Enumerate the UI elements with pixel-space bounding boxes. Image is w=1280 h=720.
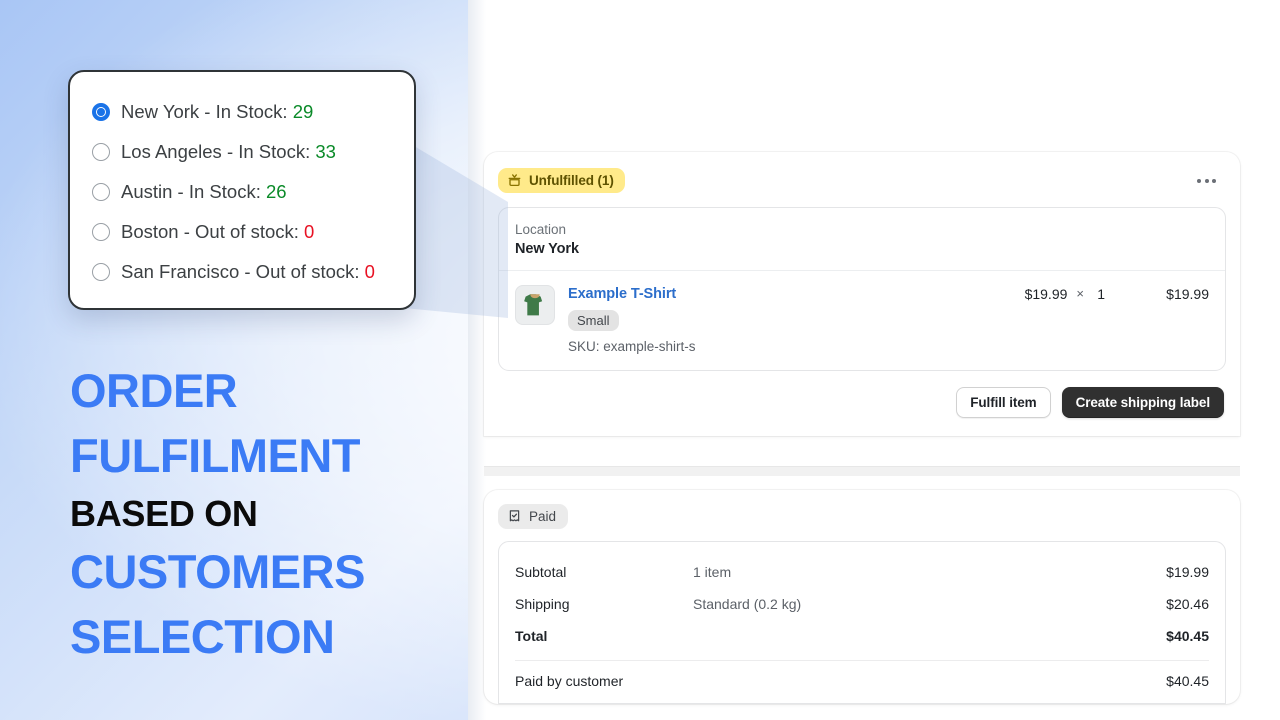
variant-chip: Small	[568, 310, 619, 331]
location-block: Location New York	[499, 208, 1225, 271]
stock-count: 0	[365, 261, 375, 282]
location-option-label: Boston - Out of stock: 0	[121, 221, 314, 243]
subtotal-value: $19.99	[1166, 564, 1209, 580]
stock-count: 33	[315, 141, 336, 162]
location-value: New York	[515, 241, 1209, 257]
line-item-pricing: $19.99 × 1 $19.99	[1025, 285, 1209, 302]
fulfillment-card-header: Unfulfilled (1)	[484, 152, 1240, 207]
payment-card-header: Paid	[484, 490, 1240, 541]
headline-line-3: BASED ON	[70, 489, 470, 539]
paid-by-customer-label: Paid by customer	[515, 673, 693, 689]
subtotal-label: Subtotal	[515, 564, 693, 580]
stock-count: 26	[266, 181, 287, 202]
product-title-link[interactable]: Example T-Shirt	[568, 286, 676, 302]
table-row: Shipping Standard (0.2 kg) $20.46	[515, 588, 1209, 620]
line-total: $19.99	[1105, 286, 1209, 302]
shipping-description: Standard (0.2 kg)	[693, 596, 1166, 612]
section-divider	[484, 466, 1240, 476]
fulfillment-card: Unfulfilled (1) Location New York Exampl…	[484, 152, 1240, 436]
headline-line-2: FULFILMENT	[70, 423, 470, 488]
total-value: $40.45	[1166, 628, 1209, 644]
tshirt-icon	[520, 290, 550, 320]
shipping-value: $20.46	[1166, 596, 1209, 612]
paid-by-customer-value: $40.45	[1166, 673, 1209, 689]
location-selector-popup: New York - In Stock: 29 Los Angeles - In…	[68, 70, 416, 310]
status-badge-unfulfilled: Unfulfilled (1)	[498, 168, 625, 193]
location-label: Location	[515, 222, 1209, 237]
paid-badge-label: Paid	[529, 509, 556, 524]
location-option-los-angeles[interactable]: Los Angeles - In Stock: 33	[92, 132, 392, 172]
fulfillment-inner-card: Location New York Example T-Shirt Small …	[498, 207, 1226, 371]
promo-headline: ORDER FULFILMENT BASED ON CUSTOMERS SELE…	[70, 358, 470, 669]
sku-text: SKU: example-shirt-s	[568, 339, 1012, 354]
location-option-label: Los Angeles - In Stock: 33	[121, 141, 336, 163]
payment-card: Paid Subtotal 1 item $19.99 Shipping Sta…	[484, 490, 1240, 704]
status-badge-label: Unfulfilled (1)	[529, 173, 614, 188]
tshirt-product-image	[515, 285, 555, 325]
headline-line-5: SELECTION	[70, 604, 470, 669]
quantity: 1	[1093, 286, 1105, 302]
line-item-details: Example T-Shirt Small SKU: example-shirt…	[568, 285, 1012, 354]
unit-price: $19.99	[1025, 286, 1068, 302]
shipping-label: Shipping	[515, 596, 693, 612]
order-line-item: Example T-Shirt Small SKU: example-shirt…	[499, 271, 1225, 370]
create-shipping-label-button[interactable]: Create shipping label	[1062, 387, 1224, 418]
radio-icon[interactable]	[92, 143, 110, 161]
location-option-label: Austin - In Stock: 26	[121, 181, 287, 203]
status-badge-paid: Paid	[498, 504, 568, 529]
multiply-symbol: ×	[1076, 286, 1084, 301]
table-row: Subtotal 1 item $19.99	[515, 556, 1209, 588]
location-option-new-york[interactable]: New York - In Stock: 29	[92, 92, 392, 132]
total-label: Total	[515, 628, 693, 644]
table-row: Paid by customer $40.45	[515, 665, 1209, 697]
table-row: Total $40.45	[515, 620, 1209, 652]
location-option-san-francisco[interactable]: San Francisco - Out of stock: 0	[92, 252, 392, 292]
totals-divider	[515, 660, 1209, 661]
radio-icon-selected[interactable]	[92, 103, 110, 121]
location-option-austin[interactable]: Austin - In Stock: 26	[92, 172, 392, 212]
package-unfulfilled-icon	[507, 173, 522, 188]
subtotal-description: 1 item	[693, 564, 1166, 580]
stock-count: 0	[304, 221, 314, 242]
receipt-check-icon	[507, 509, 522, 524]
stock-count: 29	[293, 101, 314, 122]
radio-icon[interactable]	[92, 223, 110, 241]
radio-icon[interactable]	[92, 183, 110, 201]
headline-line-4: CUSTOMERS	[70, 539, 470, 604]
fulfill-item-button[interactable]: Fulfill item	[956, 387, 1050, 418]
location-option-boston[interactable]: Boston - Out of stock: 0	[92, 212, 392, 252]
headline-line-1: ORDER	[70, 358, 470, 423]
location-option-label: New York - In Stock: 29	[121, 101, 313, 123]
ellipsis-horizontal-icon[interactable]	[1191, 171, 1222, 191]
fulfillment-actions: Fulfill item Create shipping label	[484, 371, 1240, 436]
location-option-label: San Francisco - Out of stock: 0	[121, 261, 375, 283]
radio-icon[interactable]	[92, 263, 110, 281]
totals-table: Subtotal 1 item $19.99 Shipping Standard…	[498, 541, 1226, 704]
